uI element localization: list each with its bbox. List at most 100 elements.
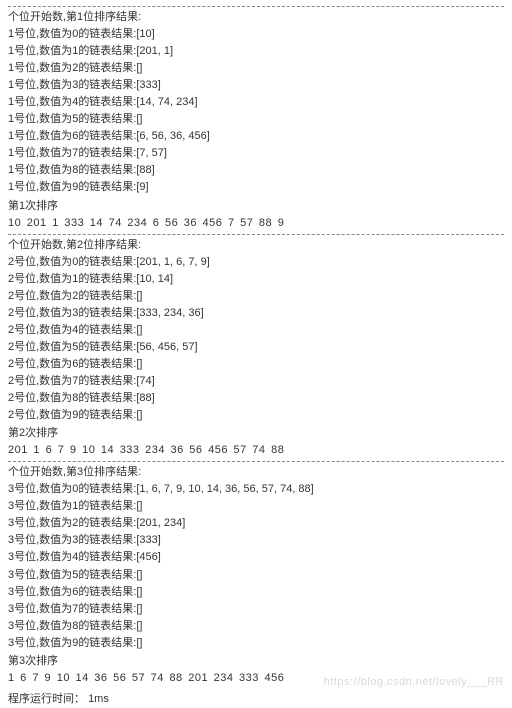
- watermark-text: https://blog.csdn.net/lovely___RR: [324, 674, 504, 691]
- bucket-result: [9]: [136, 181, 148, 193]
- bucket-middle-label: 号位,数值为: [14, 620, 72, 632]
- bucket-middle-label: 号位,数值为: [14, 551, 72, 563]
- bucket-suffix-label: 的链表结果:: [78, 147, 136, 159]
- bucket-line: 1号位,数值为7的链表结果:[7, 57]: [8, 145, 504, 162]
- bucket-line: 3号位,数值为6的链表结果:[]: [8, 584, 504, 601]
- bucket-suffix-label: 的链表结果:: [78, 324, 136, 336]
- bucket-result: [7, 57]: [136, 147, 167, 159]
- bucket-result: [6, 56, 36, 456]: [136, 130, 209, 142]
- bucket-result: [201, 234]: [136, 517, 185, 529]
- bucket-result: []: [136, 586, 142, 598]
- bucket-suffix-label: 的链表结果:: [78, 307, 136, 319]
- sort-result: 201 1 6 7 9 10 14 333 234 36 56 456 57 7…: [8, 442, 504, 459]
- bucket-middle-label: 号位,数值为: [14, 256, 72, 268]
- bucket-suffix-label: 的链表结果:: [78, 341, 136, 353]
- bucket-line: 2号位,数值为1的链表结果:[10, 14]: [8, 271, 504, 288]
- bucket-result: [333, 234, 36]: [136, 307, 203, 319]
- divider: [8, 461, 504, 462]
- bucket-result: []: [136, 569, 142, 581]
- bucket-line: 3号位,数值为0的链表结果:[1, 6, 7, 9, 10, 14, 36, 5…: [8, 481, 504, 498]
- divider: [8, 234, 504, 235]
- bucket-result: [201, 1]: [136, 45, 173, 57]
- bucket-result: []: [136, 620, 142, 632]
- runtime-line: 程序运行时间： 1ms: [8, 691, 504, 708]
- bucket-result: [74]: [136, 375, 154, 387]
- bucket-middle-label: 号位,数值为: [14, 62, 72, 74]
- bucket-result: [56, 456, 57]: [136, 341, 197, 353]
- bucket-result: [201, 1, 6, 7, 9]: [136, 256, 209, 268]
- bucket-suffix-label: 的链表结果:: [78, 637, 136, 649]
- bucket-suffix-label: 的链表结果:: [78, 181, 136, 193]
- bucket-line: 1号位,数值为1的链表结果:[201, 1]: [8, 43, 504, 60]
- bucket-line: 3号位,数值为9的链表结果:[]: [8, 635, 504, 652]
- bucket-result: [333]: [136, 79, 160, 91]
- bucket-suffix-label: 的链表结果:: [78, 620, 136, 632]
- runtime-value: 1ms: [88, 693, 109, 705]
- bucket-line: 3号位,数值为5的链表结果:[]: [8, 567, 504, 584]
- bucket-suffix-label: 的链表结果:: [78, 273, 136, 285]
- bucket-line: 1号位,数值为3的链表结果:[333]: [8, 77, 504, 94]
- bucket-line: 2号位,数值为8的链表结果:[88]: [8, 390, 504, 407]
- bucket-middle-label: 号位,数值为: [14, 517, 72, 529]
- bucket-suffix-label: 的链表结果:: [78, 569, 136, 581]
- bucket-middle-label: 号位,数值为: [14, 409, 72, 421]
- bucket-middle-label: 号位,数值为: [14, 392, 72, 404]
- bucket-middle-label: 号位,数值为: [14, 45, 72, 57]
- bucket-result: []: [136, 500, 142, 512]
- bucket-line: 1号位,数值为4的链表结果:[14, 74, 234]: [8, 94, 504, 111]
- bucket-middle-label: 号位,数值为: [14, 534, 72, 546]
- bucket-middle-label: 号位,数值为: [14, 375, 72, 387]
- bucket-result: [88]: [136, 164, 154, 176]
- runtime-label: 程序运行时间：: [8, 693, 85, 705]
- bucket-line: 1号位,数值为0的链表结果:[10]: [8, 26, 504, 43]
- bucket-suffix-label: 的链表结果:: [78, 500, 136, 512]
- bucket-middle-label: 号位,数值为: [14, 290, 72, 302]
- bucket-line: 2号位,数值为6的链表结果:[]: [8, 356, 504, 373]
- bucket-middle-label: 号位,数值为: [14, 307, 72, 319]
- bucket-middle-label: 号位,数值为: [14, 28, 72, 40]
- bucket-result: []: [136, 637, 142, 649]
- bucket-suffix-label: 的链表结果:: [78, 603, 136, 615]
- bucket-line: 3号位,数值为8的链表结果:[]: [8, 618, 504, 635]
- bucket-suffix-label: 的链表结果:: [78, 517, 136, 529]
- pass-title: 个位开始数,第3位排序结果:: [8, 464, 504, 481]
- bucket-line: 2号位,数值为2的链表结果:[]: [8, 288, 504, 305]
- bucket-suffix-label: 的链表结果:: [78, 28, 136, 40]
- bucket-suffix-label: 的链表结果:: [78, 130, 136, 142]
- bucket-middle-label: 号位,数值为: [14, 500, 72, 512]
- pass-title: 个位开始数,第2位排序结果:: [8, 237, 504, 254]
- bucket-result: []: [136, 113, 142, 125]
- bucket-line: 2号位,数值为4的链表结果:[]: [8, 322, 504, 339]
- bucket-suffix-label: 的链表结果:: [78, 62, 136, 74]
- bucket-result: []: [136, 603, 142, 615]
- bucket-result: [1, 6, 7, 9, 10, 14, 36, 56, 57, 74, 88]: [136, 483, 313, 495]
- bucket-line: 1号位,数值为6的链表结果:[6, 56, 36, 456]: [8, 128, 504, 145]
- bucket-line: 2号位,数值为9的链表结果:[]: [8, 407, 504, 424]
- bucket-suffix-label: 的链表结果:: [78, 113, 136, 125]
- bucket-middle-label: 号位,数值为: [14, 181, 72, 193]
- bucket-line: 2号位,数值为5的链表结果:[56, 456, 57]: [8, 339, 504, 356]
- sort-label: 第3次排序: [8, 653, 504, 670]
- bucket-middle-label: 号位,数值为: [14, 324, 72, 336]
- bucket-line: 3号位,数值为1的链表结果:[]: [8, 498, 504, 515]
- bucket-middle-label: 号位,数值为: [14, 130, 72, 142]
- divider: [8, 6, 504, 7]
- bucket-suffix-label: 的链表结果:: [78, 256, 136, 268]
- bucket-middle-label: 号位,数值为: [14, 569, 72, 581]
- bucket-result: []: [136, 324, 142, 336]
- bucket-line: 1号位,数值为5的链表结果:[]: [8, 111, 504, 128]
- bucket-result: [88]: [136, 392, 154, 404]
- bucket-middle-label: 号位,数值为: [14, 147, 72, 159]
- bucket-suffix-label: 的链表结果:: [78, 534, 136, 546]
- bucket-suffix-label: 的链表结果:: [78, 586, 136, 598]
- bucket-suffix-label: 的链表结果:: [78, 375, 136, 387]
- bucket-line: 3号位,数值为7的链表结果:[]: [8, 601, 504, 618]
- bucket-middle-label: 号位,数值为: [14, 341, 72, 353]
- bucket-line: 3号位,数值为3的链表结果:[333]: [8, 532, 504, 549]
- bucket-result: [10]: [136, 28, 154, 40]
- bucket-middle-label: 号位,数值为: [14, 96, 72, 108]
- bucket-middle-label: 号位,数值为: [14, 164, 72, 176]
- bucket-suffix-label: 的链表结果:: [78, 551, 136, 563]
- bucket-middle-label: 号位,数值为: [14, 483, 72, 495]
- bucket-line: 2号位,数值为3的链表结果:[333, 234, 36]: [8, 305, 504, 322]
